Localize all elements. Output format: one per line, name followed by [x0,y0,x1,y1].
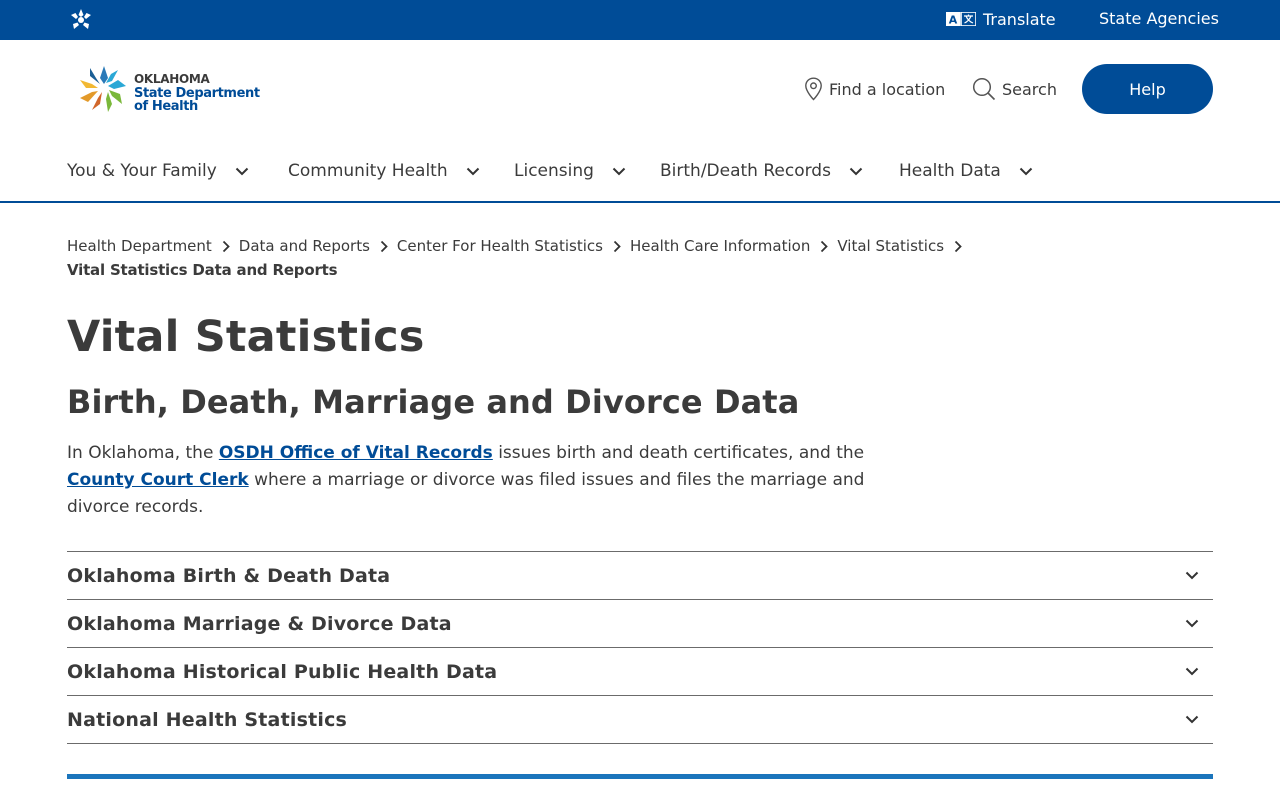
nav-item-health-data[interactable]: Health Data [899,160,1033,182]
page-subtitle: Birth, Death, Marriage and Divorce Data [67,383,800,421]
find-location-label: Find a location [829,79,946,99]
county-court-clerk-link[interactable]: County Court Clerk [67,470,249,490]
osdh-star-logo-icon [80,66,126,112]
chevron-down-icon [466,167,479,175]
state-agencies-link[interactable]: State Agencies [1099,9,1219,28]
nav-item-label: Health Data [899,161,1001,181]
breadcrumb-link-health-department[interactable]: Health Department [67,237,212,255]
chevron-down-icon [1185,571,1199,580]
accordion-item-title: Oklahoma Birth & Death Data [67,564,391,587]
translate-icon: A [946,12,976,26]
chevron-right-icon [380,240,388,253]
section-divider [67,774,1213,779]
accordion-item-title: Oklahoma Historical Public Health Data [67,660,498,683]
nav-item-label: Licensing [514,161,594,181]
accordion-item-marriage-divorce-data[interactable]: Oklahoma Marriage & Divorce Data [67,600,1213,648]
oklahoma-star-icon[interactable] [69,9,93,31]
intro-text-1: In Oklahoma, the [67,443,219,463]
breadcrumb-link-health-care-information[interactable]: Health Care Information [630,237,810,255]
find-location-link[interactable]: Find a location [804,77,945,101]
nav-item-birth-death-records[interactable]: Birth/Death Records [660,160,863,182]
osdh-logo[interactable]: OKLAHOMA State Department of Health [78,64,260,114]
map-pin-icon [805,77,822,101]
intro-paragraph: In Oklahoma, the OSDH Office of Vital Re… [67,440,927,521]
breadcrumb-link-vital-statistics[interactable]: Vital Statistics [837,237,944,255]
nav-item-label: You & Your Family [67,161,217,181]
translate-label: Translate [983,9,1056,29]
breadcrumb-link-data-and-reports[interactable]: Data and Reports [239,237,370,255]
data-accordion: Oklahoma Birth & Death Data Oklahoma Mar… [67,551,1213,744]
chevron-down-icon [612,167,626,175]
chevron-down-icon [1185,619,1199,628]
osdh-office-of-vital-records-link[interactable]: OSDH Office of Vital Records [219,443,493,463]
search-link[interactable]: Search [972,77,1057,101]
help-button[interactable]: Help [1082,64,1213,114]
chevron-right-icon [954,240,962,253]
page-title: Vital Statistics [67,312,425,362]
chevron-down-icon [849,167,863,175]
chevron-right-icon [222,240,230,253]
breadcrumb-current-page: Vital Statistics Data and Reports [67,261,338,279]
translate-link[interactable]: A Translate [946,8,1056,30]
nav-item-label: Community Health [288,161,448,181]
accordion-item-title: National Health Statistics [67,708,348,731]
chevron-down-icon [1185,715,1199,724]
intro-text-2: issues birth and death certificates, and… [492,443,865,463]
top-utility-bar: A Translate State Agencies [0,0,1280,40]
accordion-item-birth-death-data[interactable]: Oklahoma Birth & Death Data [67,552,1213,600]
nav-item-label: Birth/Death Records [660,161,831,181]
accordion-item-title: Oklahoma Marriage & Divorce Data [67,612,452,635]
breadcrumb: Health Department Data and Reports Cente… [67,236,971,279]
nav-item-community-health[interactable]: Community Health [288,160,480,182]
accordion-item-national-health-statistics[interactable]: National Health Statistics [67,696,1213,744]
chevron-down-icon [1185,667,1199,676]
nav-item-you-and-your-family[interactable]: You & Your Family [67,160,249,182]
svg-text:A: A [949,14,958,27]
chevron-down-icon [235,167,248,175]
main-navigation: You & Your Family Community Health Licen… [0,140,1280,203]
accordion-item-historical-public-health-data[interactable]: Oklahoma Historical Public Health Data [67,648,1213,696]
nav-item-licensing[interactable]: Licensing [514,160,626,182]
chevron-right-icon [820,240,829,253]
chevron-down-icon [1019,167,1033,175]
breadcrumb-link-center-for-health-statistics[interactable]: Center For Health Statistics [397,237,603,255]
logo-line-oklahoma: OKLAHOMA [134,72,210,86]
chevron-right-icon [613,240,621,253]
logo-line-of-health: of Health [134,99,198,114]
search-label: Search [1002,79,1057,99]
search-icon [972,77,996,101]
